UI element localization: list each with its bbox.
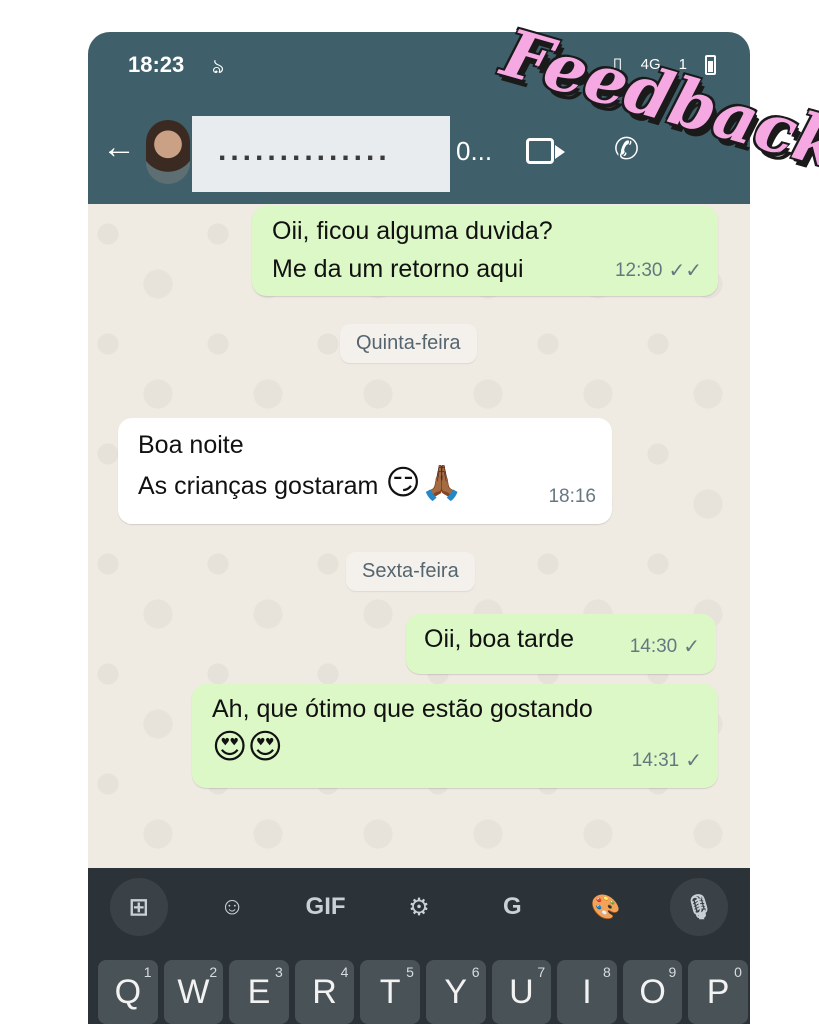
key-y[interactable]: Y6 xyxy=(425,960,486,1024)
feedback-sticker: Feedback xyxy=(494,14,819,190)
back-arrow-icon[interactable]: ← xyxy=(102,130,136,164)
message-outgoing[interactable]: Oii, boa tarde 14:30 ✓ xyxy=(406,614,716,674)
status-notification-icon: ঌ xyxy=(212,56,225,78)
sticker-icon[interactable]: ☺ xyxy=(203,878,261,936)
message-time: 18:16 xyxy=(548,486,596,507)
message-time: 12:30 xyxy=(614,260,663,281)
message-emoji: 😏🙏🏾 xyxy=(385,464,464,502)
message-meta: 14:31 ✓ xyxy=(632,742,702,780)
key-u[interactable]: U7 xyxy=(491,960,552,1024)
settings-gear-icon[interactable]: ⚙ xyxy=(390,878,448,936)
message-line: Boa noite xyxy=(138,431,244,459)
status-time: 18:23 xyxy=(128,52,185,77)
key-w[interactable]: W2 xyxy=(163,960,224,1024)
translate-icon[interactable]: G xyxy=(483,878,541,936)
key-o[interactable]: O9 xyxy=(622,960,683,1024)
key-i[interactable]: I8 xyxy=(557,960,617,1024)
read-ticks-icon: ✓✓ xyxy=(668,260,702,282)
contact-name-redaction[interactable]: .............. xyxy=(192,116,450,192)
theme-palette-icon[interactable]: 🎨 xyxy=(577,878,635,936)
message-outgoing[interactable]: Ah, que ótimo que estão gostando 😍😍 14:3… xyxy=(192,684,718,788)
message-line: Oii, ficou alguma duvida? xyxy=(272,217,553,245)
message-time: 14:30 xyxy=(629,636,678,657)
avatar[interactable] xyxy=(146,120,190,184)
keyboard: ⊞ ☺ GIF ⚙ G 🎨 🎙 Q1 W2 E3 R4 T5 Y6 U7 I8 … xyxy=(88,868,750,1024)
sent-tick-icon: ✓ xyxy=(685,750,702,772)
apps-grid-icon[interactable]: ⊞ xyxy=(109,878,168,936)
message-incoming[interactable]: Boa noite As crianças gostaram 😏🙏🏾 18:16 xyxy=(118,418,612,524)
voice-input-mic-icon[interactable]: 🎙 xyxy=(670,878,729,936)
key-e[interactable]: E3 xyxy=(229,960,289,1024)
key-q[interactable]: Q1 xyxy=(98,960,158,1024)
key-t[interactable]: T5 xyxy=(360,960,420,1024)
contact-name: .............. xyxy=(218,134,391,167)
message-emoji: 😍😍 xyxy=(212,728,283,766)
keyboard-row-qwerty: Q1 W2 E3 R4 T5 Y6 U7 I8 O9 P0 xyxy=(98,960,748,1024)
message-meta: 12:30 ✓✓ xyxy=(615,252,702,290)
key-p[interactable]: P0 xyxy=(688,960,748,1024)
message-line: Ah, que ótimo que estão gostando xyxy=(212,695,593,723)
day-divider: Sexta-feira xyxy=(346,552,475,591)
message-meta: 14:30 ✓ xyxy=(630,628,700,666)
message-line: As crianças gostaram 😏🙏🏾 xyxy=(138,464,464,502)
day-divider: Quinta-feira xyxy=(340,324,477,363)
contact-name-suffix: 0... xyxy=(456,136,493,166)
sent-tick-icon: ✓ xyxy=(683,636,700,658)
keyboard-toolbar: ⊞ ☺ GIF ⚙ G 🎨 🎙 xyxy=(88,868,750,946)
key-r[interactable]: R4 xyxy=(294,960,355,1024)
feedback-sticker-text: Feedback xyxy=(493,13,819,185)
message-outgoing[interactable]: Oii, ficou alguma duvida? Me da um retor… xyxy=(252,206,718,296)
message-time: 14:31 xyxy=(631,750,680,771)
message-meta: 18:16 xyxy=(548,478,596,516)
message-list[interactable]: Oii, ficou alguma duvida? Me da um retor… xyxy=(88,204,750,1024)
gif-button[interactable]: GIF xyxy=(297,878,355,936)
